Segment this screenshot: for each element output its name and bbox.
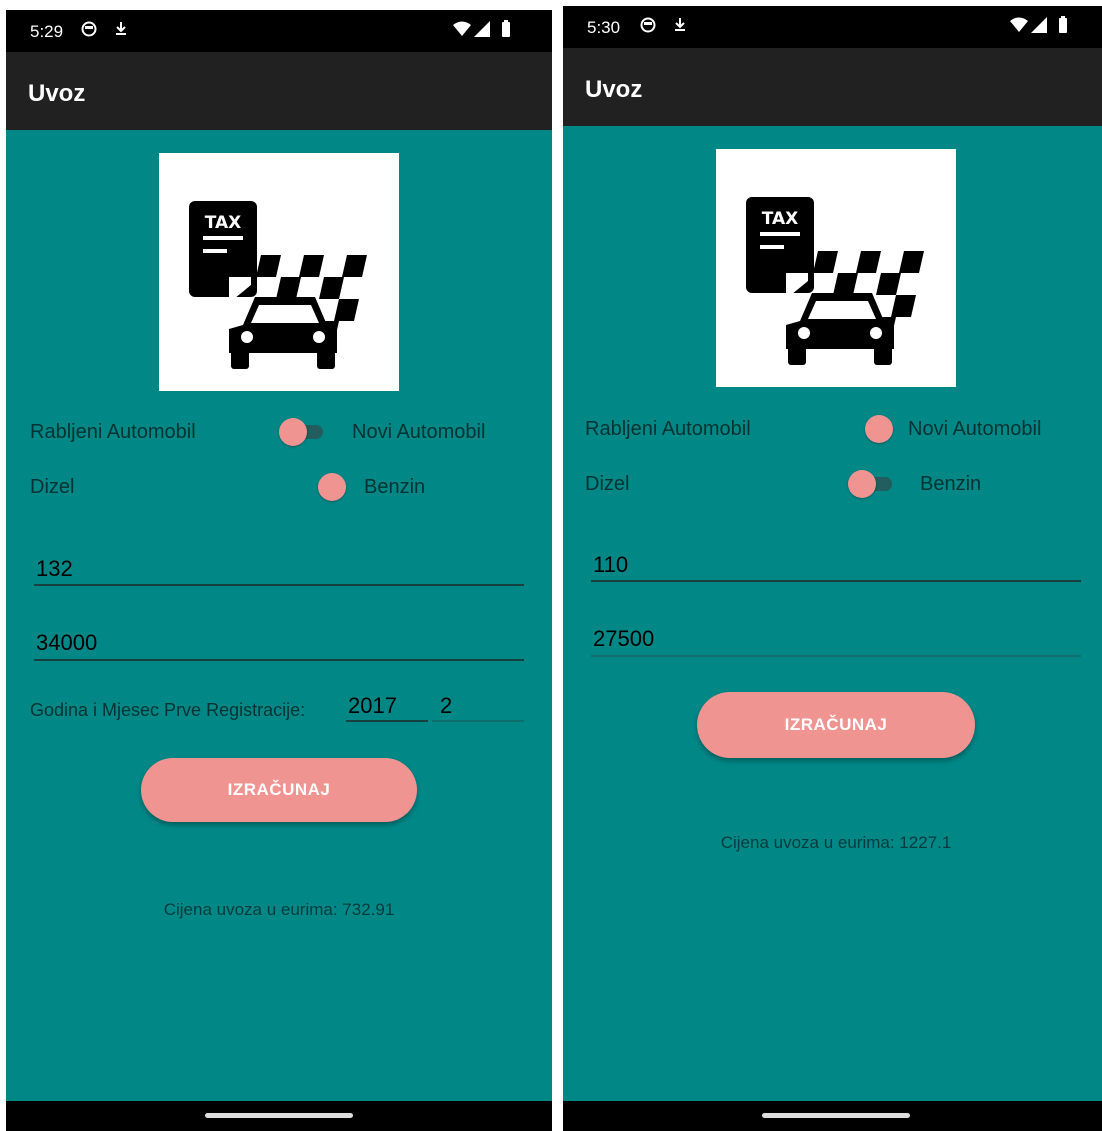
diesel-label: Dizel [30,476,75,498]
download-icon [675,18,685,31]
car-type-switch[interactable] [865,415,905,443]
power-input[interactable]: 132 [34,550,524,586]
calculate-button[interactable]: IZRAČUNAJ [697,692,975,758]
phone-screen-1: 5:29 Uvoz TAX Rabljeni Automobil Novi Au… [6,10,552,1131]
new-car-label: Novi Automobil [352,421,486,443]
power-input[interactable]: 110 [591,546,1081,582]
petrol-label: Benzin [920,473,982,495]
download-icon [116,22,126,35]
fuel-type-switch[interactable] [318,473,358,501]
registration-year-input[interactable]: 2017 [346,690,428,722]
svg-text:TAX: TAX [762,209,799,229]
app-title: Uvoz [585,76,643,103]
result-text: Cijena uvoza u eurima: 1227.1 [720,833,952,852]
used-car-label: Rabljeni Automobil [30,421,196,443]
phone-screen-2: 5:30 Uvoz TAX Rabljeni Automobil Novi Au… [563,6,1102,1131]
taxi-tax-logo: TAX [716,149,956,387]
wifi-icon [1010,17,1028,32]
app-title: Uvoz [28,80,86,107]
car-type-switch[interactable] [279,418,329,446]
result-text: Cijena uvoza u eurima: 732.91 [163,900,395,919]
cell-signal-icon [474,21,490,37]
battery-icon [502,20,510,37]
wifi-icon [453,21,471,36]
new-car-label: Novi Automobil [908,418,1042,440]
used-car-label: Rabljeni Automobil [585,418,751,440]
app-bar: Uvoz [6,52,552,130]
cell-signal-icon [1031,17,1047,33]
taxi-tax-logo-icon: TAX [746,197,924,365]
status-bar: 5:29 [6,10,552,52]
status-bar: 5:30 [563,6,1102,48]
price-input[interactable]: 34000 [34,624,524,661]
navigation-bar [563,1101,1102,1131]
calculate-button[interactable]: IZRAČUNAJ [141,758,417,822]
app-bar: Uvoz [563,48,1102,126]
price-input[interactable]: 27500 [591,620,1081,657]
petrol-label: Benzin [364,476,426,498]
home-gesture-handle[interactable] [762,1113,910,1118]
notification-icon [81,21,97,37]
battery-icon [1059,16,1067,33]
taxi-tax-logo: TAX [159,153,399,391]
home-gesture-handle[interactable] [205,1113,353,1118]
fuel-type-switch[interactable] [848,470,898,498]
navigation-bar [6,1101,552,1131]
status-time: 5:30 [587,18,621,37]
taxi-tax-logo-icon: TAX [189,201,367,369]
registration-month-input[interactable]: 2 [432,690,524,722]
registration-label: Godina i Mjesec Prve Registracije: [30,700,306,720]
svg-text:TAX: TAX [205,213,242,233]
status-time: 5:29 [30,22,64,41]
notification-icon [640,17,656,33]
diesel-label: Dizel [585,473,630,495]
